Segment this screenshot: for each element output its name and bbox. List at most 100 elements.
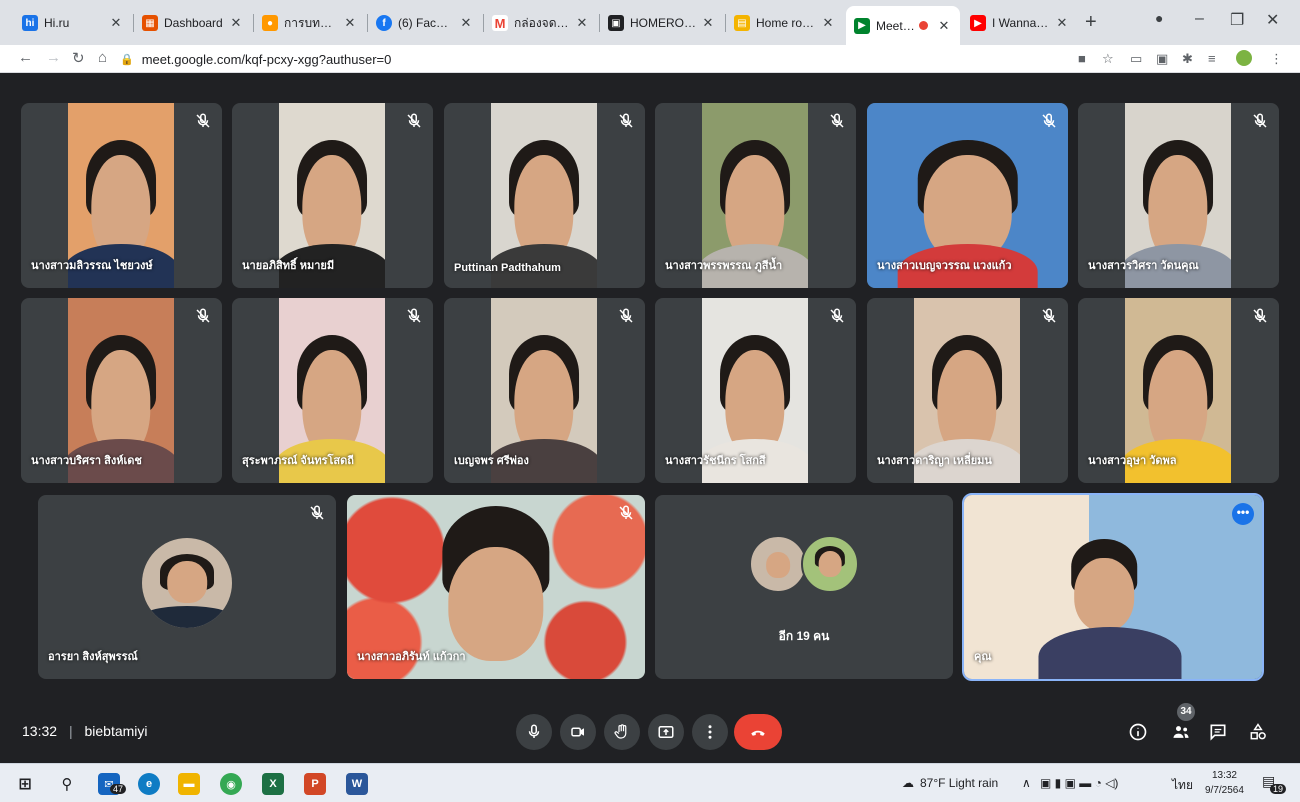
close-icon[interactable]: ✕ [342,15,358,31]
edge-icon[interactable]: e [138,773,160,795]
new-tab-button[interactable]: + [1085,11,1097,34]
participant-name: นางสาวบริศรา สิงห์เดช [31,455,142,467]
tray-expand-icon[interactable]: ∧ [1022,776,1031,790]
people-icon [1173,726,1189,738]
close-icon[interactable]: ✕ [458,15,474,31]
more-vert-icon [708,725,712,739]
self-video [964,495,1262,679]
excel-icon[interactable]: X [262,773,284,795]
leave-call-button[interactable] [734,714,782,750]
tab-home-room[interactable]: ▤ Home room 5 ✕ [726,8,844,38]
self-view-tile[interactable]: ••• คุณ [962,493,1264,681]
avatar [142,538,232,628]
participant-tile[interactable]: นางสาวมลิวรรณ ไชยวงษ์ [21,103,222,288]
maximize-button[interactable]: ❐ [1230,10,1244,30]
chat-button[interactable] [1205,719,1231,745]
participant-tile[interactable]: นางสาวรัชนีกร โสกสี [655,298,856,483]
raise-hand-button[interactable] [604,714,640,750]
people-button[interactable] [1168,719,1194,745]
mic-off-icon [617,112,635,130]
camera-icon [571,727,584,737]
participant-tile[interactable]: นางสาวอภิรันท์ แก้วกา [347,495,645,679]
gmail-icon: M [492,15,508,31]
more-options-icon[interactable]: ••• [1232,503,1254,525]
recording-dot-icon [919,21,928,30]
meeting-details-button[interactable] [1125,719,1151,745]
home-icon[interactable]: ⌂ [98,49,107,66]
close-icon[interactable]: ✕ [936,18,952,34]
mic-off-icon [194,112,212,130]
profile-icon[interactable]: ● [1155,10,1163,26]
camera-indicator-icon[interactable]: ■ [1078,51,1086,66]
tab-homeroom2[interactable]: ▣ HOMEROOM2 ✕ [600,8,724,38]
tab-gmail[interactable]: M กล่องจดหมาย (I ✕ [484,8,598,38]
participant-tile[interactable]: นางสาวพรรพรรณ ภูสีน้ำ [655,103,856,288]
forward-icon[interactable]: → [46,49,61,66]
participant-tile[interactable]: เบญจพร ศรีพ่อง [444,298,645,483]
weather-icon[interactable]: ☁ [902,776,914,790]
participant-tile[interactable]: นางสาวดาริญา เหลี่ยมน [867,298,1068,483]
avatar [749,535,807,593]
profile-avatar-icon[interactable] [1236,50,1252,66]
participant-name: นางสาวรวิศรา วัดนคุณ [1088,260,1199,272]
activities-button[interactable] [1245,719,1271,745]
tab-youtube[interactable]: ▶ I Wanna Grow ✕ [962,8,1078,38]
cast-icon[interactable]: ▭ [1130,51,1142,67]
reload-icon[interactable]: ↻ [72,49,85,67]
clock-time: 13:32 [1211,770,1237,781]
chrome-icon[interactable]: ◉ [220,773,242,795]
system-clock[interactable]: 13:32 9/7/2564 [1205,768,1244,798]
bookmark-star-icon[interactable]: ☆ [1102,51,1114,67]
search-icon[interactable]: ⚲ [56,773,78,795]
windows-start-icon[interactable]: ⊞ [14,773,36,795]
participant-tile[interactable]: นางสาวรวิศรา วัดนคุณ [1078,103,1279,288]
menu-kebab-icon[interactable]: ⋮ [1270,51,1283,67]
participant-tile[interactable]: สุระพาภรณ์ จันทรโสดถี [232,298,433,483]
weather-text[interactable]: 87°F Light rain [920,776,998,790]
close-window-button[interactable]: ✕ [1266,10,1279,30]
powerpoint-icon[interactable]: P [304,773,326,795]
word-icon[interactable]: W [346,773,368,795]
present-screen-button[interactable] [648,714,684,750]
more-participants-tile[interactable]: อีก 19 คน [655,495,953,679]
mic-off-icon [1040,307,1058,325]
tab-dashboard[interactable]: ▦ Dashboard ✕ [134,8,252,38]
participant-face [818,551,842,577]
hand-icon [614,724,627,739]
participant-tile[interactable]: นายอภิสิทธิ์ หมายมี [232,103,433,288]
participant-name: นายอภิสิทธิ์ หมายมี [242,260,335,272]
participant-tile[interactable]: นางสาวเบญจวรรณ แวงแก้ว [867,103,1068,288]
close-icon[interactable]: ✕ [1054,15,1070,31]
tab-meet[interactable]: ▶ Meet - kq ✕ [846,6,960,45]
participant-tile[interactable]: Puttinan Padthahum [444,103,645,288]
tray-icons[interactable]: ▣ ▮ ▣ ▬ ◔ ◁) [1040,776,1118,790]
reading-list-icon[interactable]: ≡ [1208,51,1216,66]
close-icon[interactable]: ✕ [228,15,244,31]
participant-name: อารยา สิงห์สุพรรณ์ [48,651,138,663]
close-icon[interactable]: ✕ [108,15,124,31]
input-language[interactable]: ไทย [1172,776,1193,795]
back-icon[interactable]: ← [18,49,33,66]
address-bar[interactable]: 🔒 meet.google.com/kqf-pcxy-xgg?authuser=… [120,47,1070,71]
close-icon[interactable]: ✕ [820,15,836,31]
clock-date: 9/7/2564 [1205,785,1244,796]
extension-icon[interactable]: ▣ [1156,51,1168,67]
separator: | [68,723,73,739]
orange-icon: ● [262,15,278,31]
participant-tile[interactable]: อารยา สิงห์สุพรรณ์ [38,495,336,679]
puzzle-icon[interactable]: ✱ [1182,51,1193,67]
more-options-button[interactable] [692,714,728,750]
participant-tile[interactable]: นางสาวบริศรา สิงห์เดช [21,298,222,483]
camera-button[interactable] [560,714,596,750]
minimize-button[interactable]: – [1195,10,1204,28]
participant-tile[interactable]: นางสาวอุษา วัดพล [1078,298,1279,483]
tab-hi-ru[interactable]: hi Hi.ru ✕ [14,8,132,38]
hi-icon: hi [22,15,38,31]
tab-facebook[interactable]: f (6) Facebook ✕ [368,8,482,38]
close-icon[interactable]: ✕ [574,15,590,31]
microphone-button[interactable] [516,714,552,750]
tab-thai-site[interactable]: ● การบทระดับความ ✕ [254,8,366,38]
hang-up-icon [751,730,765,736]
file-explorer-icon[interactable]: ▬ [178,773,200,795]
close-icon[interactable]: ✕ [700,15,716,31]
